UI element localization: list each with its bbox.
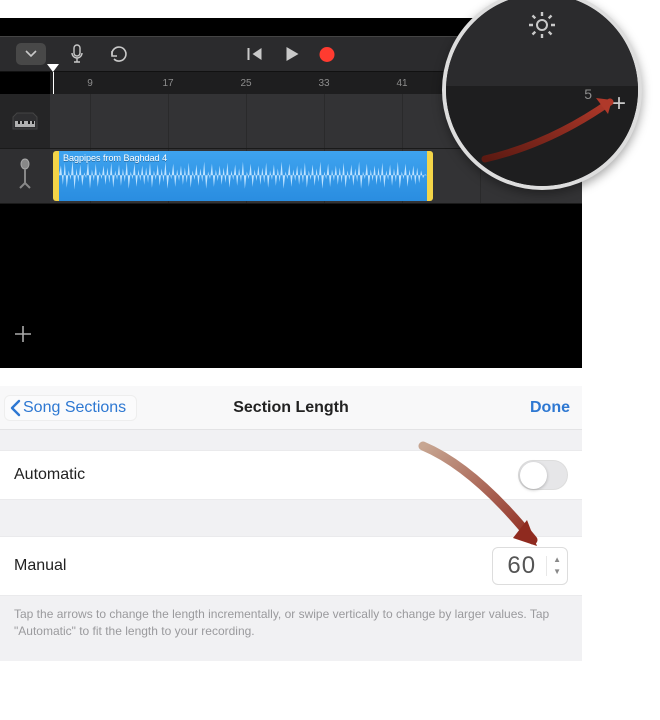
gear-icon[interactable]: [527, 10, 557, 45]
tick: 9: [87, 78, 93, 89]
tutorial-arrow-icon: [415, 438, 575, 568]
tutorial-arrow-icon: [480, 84, 630, 164]
piano-icon: [11, 109, 39, 133]
tracks-view-button[interactable]: [16, 43, 46, 65]
tick: 17: [162, 78, 173, 89]
stepper-down-icon[interactable]: ▼: [553, 568, 561, 576]
tick: 41: [396, 78, 407, 89]
record-button[interactable]: [320, 47, 335, 62]
magnifier-callout: 5 +: [442, 0, 652, 200]
tick: 25: [240, 78, 251, 89]
navbar: Song Sections Section Length Done: [0, 386, 582, 430]
manual-label: Manual: [14, 557, 66, 575]
microphone-icon[interactable]: [70, 44, 84, 64]
play-icon[interactable]: [286, 46, 300, 62]
panel-title: Section Length: [233, 399, 349, 417]
done-button[interactable]: Done: [530, 399, 570, 417]
add-track-button[interactable]: [12, 323, 34, 350]
rewind-icon[interactable]: [248, 47, 266, 61]
track-header-piano[interactable]: [0, 94, 50, 149]
waveform-icon: [59, 151, 427, 199]
audio-region[interactable]: Bagpipes from Baghdad 4: [53, 151, 433, 201]
automatic-label: Automatic: [14, 466, 85, 484]
tick: 33: [318, 78, 329, 89]
undo-icon[interactable]: [108, 45, 128, 63]
track-header-mic[interactable]: [0, 149, 50, 204]
footer-hint: Tap the arrows to change the length incr…: [0, 596, 582, 661]
back-button[interactable]: Song Sections: [4, 395, 137, 421]
microphone-stand-icon: [17, 158, 33, 194]
back-label: Song Sections: [23, 399, 126, 417]
empty-area: [0, 204, 582, 368]
